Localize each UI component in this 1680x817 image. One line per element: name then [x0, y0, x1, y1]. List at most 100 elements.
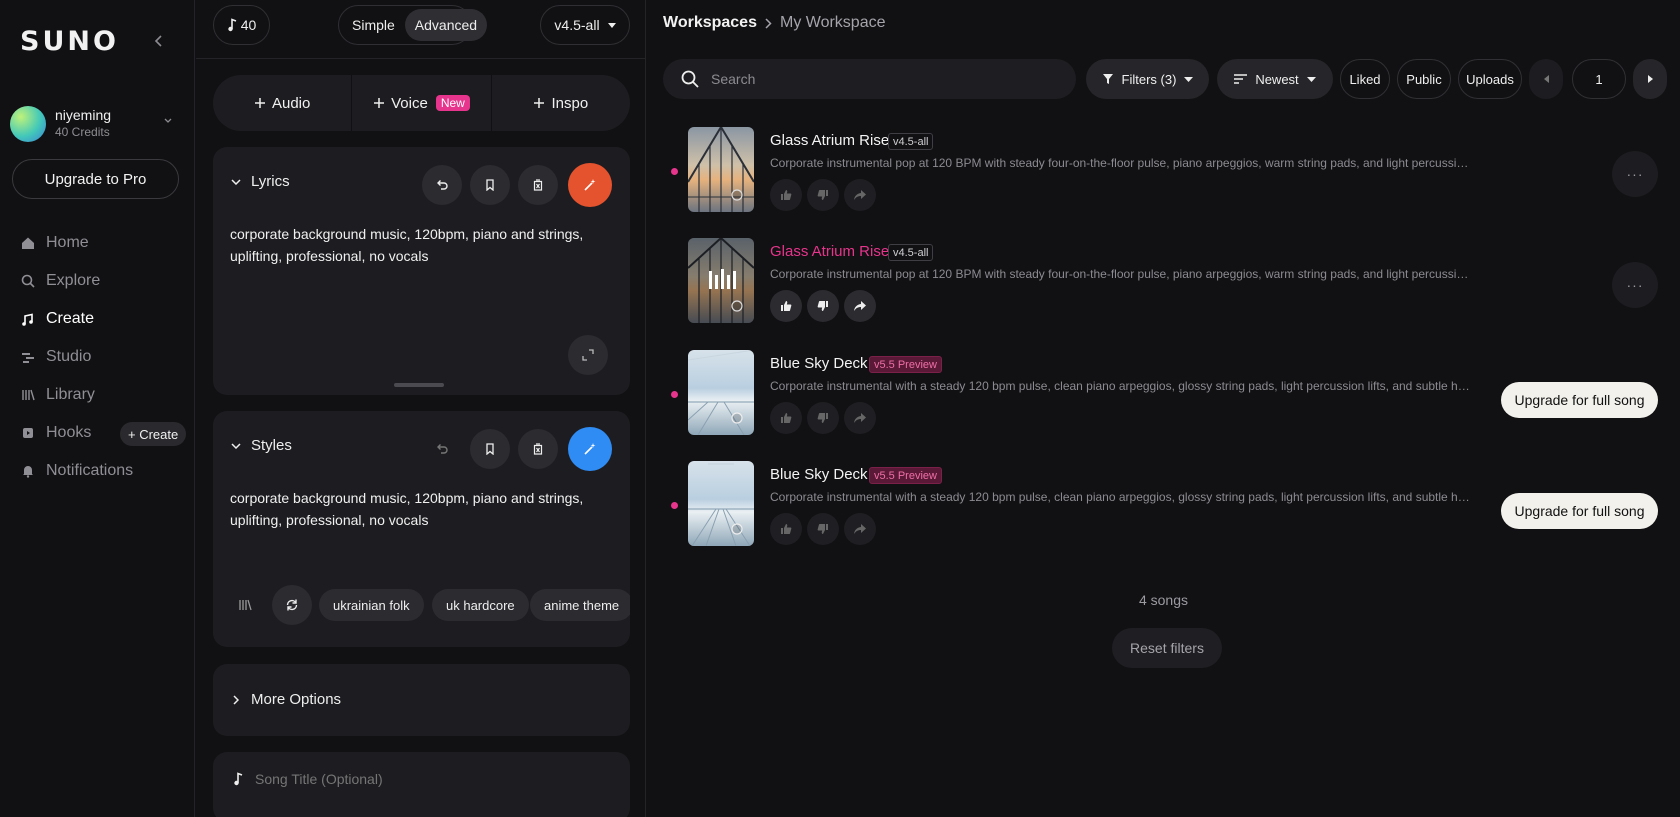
collapse-sidebar-icon[interactable] [154, 34, 164, 48]
dislike-button[interactable] [807, 513, 839, 545]
studio-icon [20, 349, 36, 365]
unread-dot [671, 168, 678, 175]
sort-button[interactable]: Newest [1217, 59, 1333, 99]
song-title[interactable]: Blue Sky Deck [770, 466, 868, 483]
clear-lyrics-button[interactable] [518, 165, 558, 205]
share-icon [853, 523, 867, 535]
upgrade-for-full-song-button[interactable]: Upgrade for full song [1501, 382, 1658, 418]
share-button[interactable] [844, 402, 876, 434]
version-tag: v5.5 Preview [869, 356, 942, 373]
nav-label: Studio [46, 348, 92, 365]
chevron-down-icon [231, 442, 241, 449]
generate-lyrics-button[interactable] [568, 163, 612, 207]
hooks-icon [20, 425, 36, 441]
mode-simple[interactable]: Simple [342, 9, 405, 41]
share-button[interactable] [844, 290, 876, 322]
tag-scroller: ukrainian folk uk hardcore anime theme [317, 411, 630, 647]
resize-handle[interactable] [394, 383, 444, 387]
chevron-right-icon [765, 17, 772, 29]
style-tag[interactable]: uk hardcore [432, 589, 529, 621]
thumbs-down-icon [817, 523, 829, 535]
song-cover[interactable] [688, 350, 754, 435]
suno-logo[interactable]: SUNO [20, 26, 119, 57]
expand-button[interactable] [568, 335, 608, 375]
previous-page-button[interactable] [1529, 59, 1563, 99]
song-row[interactable]: Glass Atrium Rise v4.5-all Corporate ins… [647, 127, 1680, 227]
page-number[interactable]: 1 [1572, 59, 1626, 99]
nav-studio[interactable]: Studio [20, 343, 180, 371]
search-input[interactable] [711, 71, 1031, 87]
model-value: v4.5-all [554, 17, 600, 33]
share-button[interactable] [844, 513, 876, 545]
public-filter-button[interactable]: Public [1397, 59, 1451, 99]
add-voice-button[interactable]: Voice New [352, 75, 490, 131]
style-library-button[interactable] [225, 585, 265, 625]
song-title-row [233, 771, 555, 787]
caret-right-icon [1647, 75, 1653, 83]
song-title[interactable]: Blue Sky Deck [770, 355, 868, 372]
share-icon [853, 189, 867, 201]
more-options-button[interactable]: ··· [1612, 151, 1658, 197]
nav-library[interactable]: Library [20, 381, 180, 409]
undo-icon [436, 179, 448, 191]
plus-icon [373, 97, 385, 109]
more-options-toggle[interactable]: More Options [213, 664, 630, 736]
song-row[interactable]: Blue Sky Deck v5.5 Preview Corporate ins… [647, 350, 1680, 450]
style-tag[interactable]: ukrainian folk [319, 589, 424, 621]
mode-advanced[interactable]: Advanced [404, 9, 488, 41]
song-row[interactable]: Glass Atrium Rise v4.5-all Corporate ins… [647, 238, 1680, 338]
nav-explore[interactable]: Explore [20, 267, 180, 295]
upgrade-for-full-song-button[interactable]: Upgrade for full song [1501, 493, 1658, 529]
song-cover[interactable] [688, 238, 754, 323]
cover-art [688, 350, 754, 435]
avatar [10, 106, 46, 142]
search-box [663, 59, 1076, 99]
credits-pill[interactable]: 40 [213, 5, 270, 45]
reset-filters-button[interactable]: Reset filters [1112, 628, 1222, 668]
more-options-button[interactable]: ··· [1612, 262, 1658, 308]
bookmark-icon [485, 179, 495, 191]
hooks-create-button[interactable]: + Create [120, 422, 187, 446]
like-button[interactable] [770, 402, 802, 434]
like-button[interactable] [770, 290, 802, 322]
shuffle-styles-button[interactable] [272, 585, 312, 625]
chevron-down-icon [231, 178, 241, 185]
song-title-input[interactable] [255, 771, 555, 787]
breadcrumb-workspaces[interactable]: Workspaces [663, 14, 757, 32]
add-audio-button[interactable]: Audio [213, 75, 351, 131]
dislike-button[interactable] [807, 402, 839, 434]
like-button[interactable] [770, 513, 802, 545]
uploads-filter-button[interactable]: Uploads [1458, 59, 1522, 99]
lyrics-toggle[interactable]: Lyrics [231, 173, 290, 190]
music-note-icon [227, 18, 237, 32]
nav-home[interactable]: Home [20, 229, 180, 257]
song-title[interactable]: Glass Atrium Rise [770, 243, 889, 260]
style-tag[interactable]: anime theme [530, 589, 630, 621]
thumbs-down-icon [817, 300, 829, 312]
like-button[interactable] [770, 179, 802, 211]
liked-filter-button[interactable]: Liked [1340, 59, 1390, 99]
user-profile[interactable]: niyeming 40 Credits [10, 104, 180, 144]
dislike-button[interactable] [807, 290, 839, 322]
dislike-button[interactable] [807, 179, 839, 211]
nav-notifications[interactable]: Notifications [20, 457, 180, 485]
song-description: Corporate instrumental pop at 120 BPM wi… [770, 156, 1475, 170]
save-lyrics-button[interactable] [470, 165, 510, 205]
version-tag: v5.5 Preview [869, 467, 942, 484]
add-inspo-label: Inspo [551, 94, 589, 112]
model-select[interactable]: v4.5-all [540, 5, 630, 45]
refresh-icon [285, 598, 299, 612]
lyrics-text[interactable]: corporate background music, 120bpm, pian… [230, 223, 590, 267]
song-row[interactable]: Blue Sky Deck v5.5 Preview Corporate ins… [647, 461, 1680, 561]
share-button[interactable] [844, 179, 876, 211]
styles-toggle[interactable]: Styles [231, 437, 292, 454]
song-cover[interactable] [688, 461, 754, 546]
nav-create[interactable]: Create [20, 305, 180, 333]
upgrade-to-pro-button[interactable]: Upgrade to Pro [12, 159, 179, 199]
add-inspo-button[interactable]: Inspo [492, 75, 630, 131]
song-title[interactable]: Glass Atrium Rise [770, 132, 889, 149]
next-page-button[interactable] [1633, 59, 1667, 99]
song-cover[interactable] [688, 127, 754, 212]
filters-button[interactable]: Filters (3) [1086, 59, 1209, 99]
undo-button[interactable] [422, 165, 462, 205]
